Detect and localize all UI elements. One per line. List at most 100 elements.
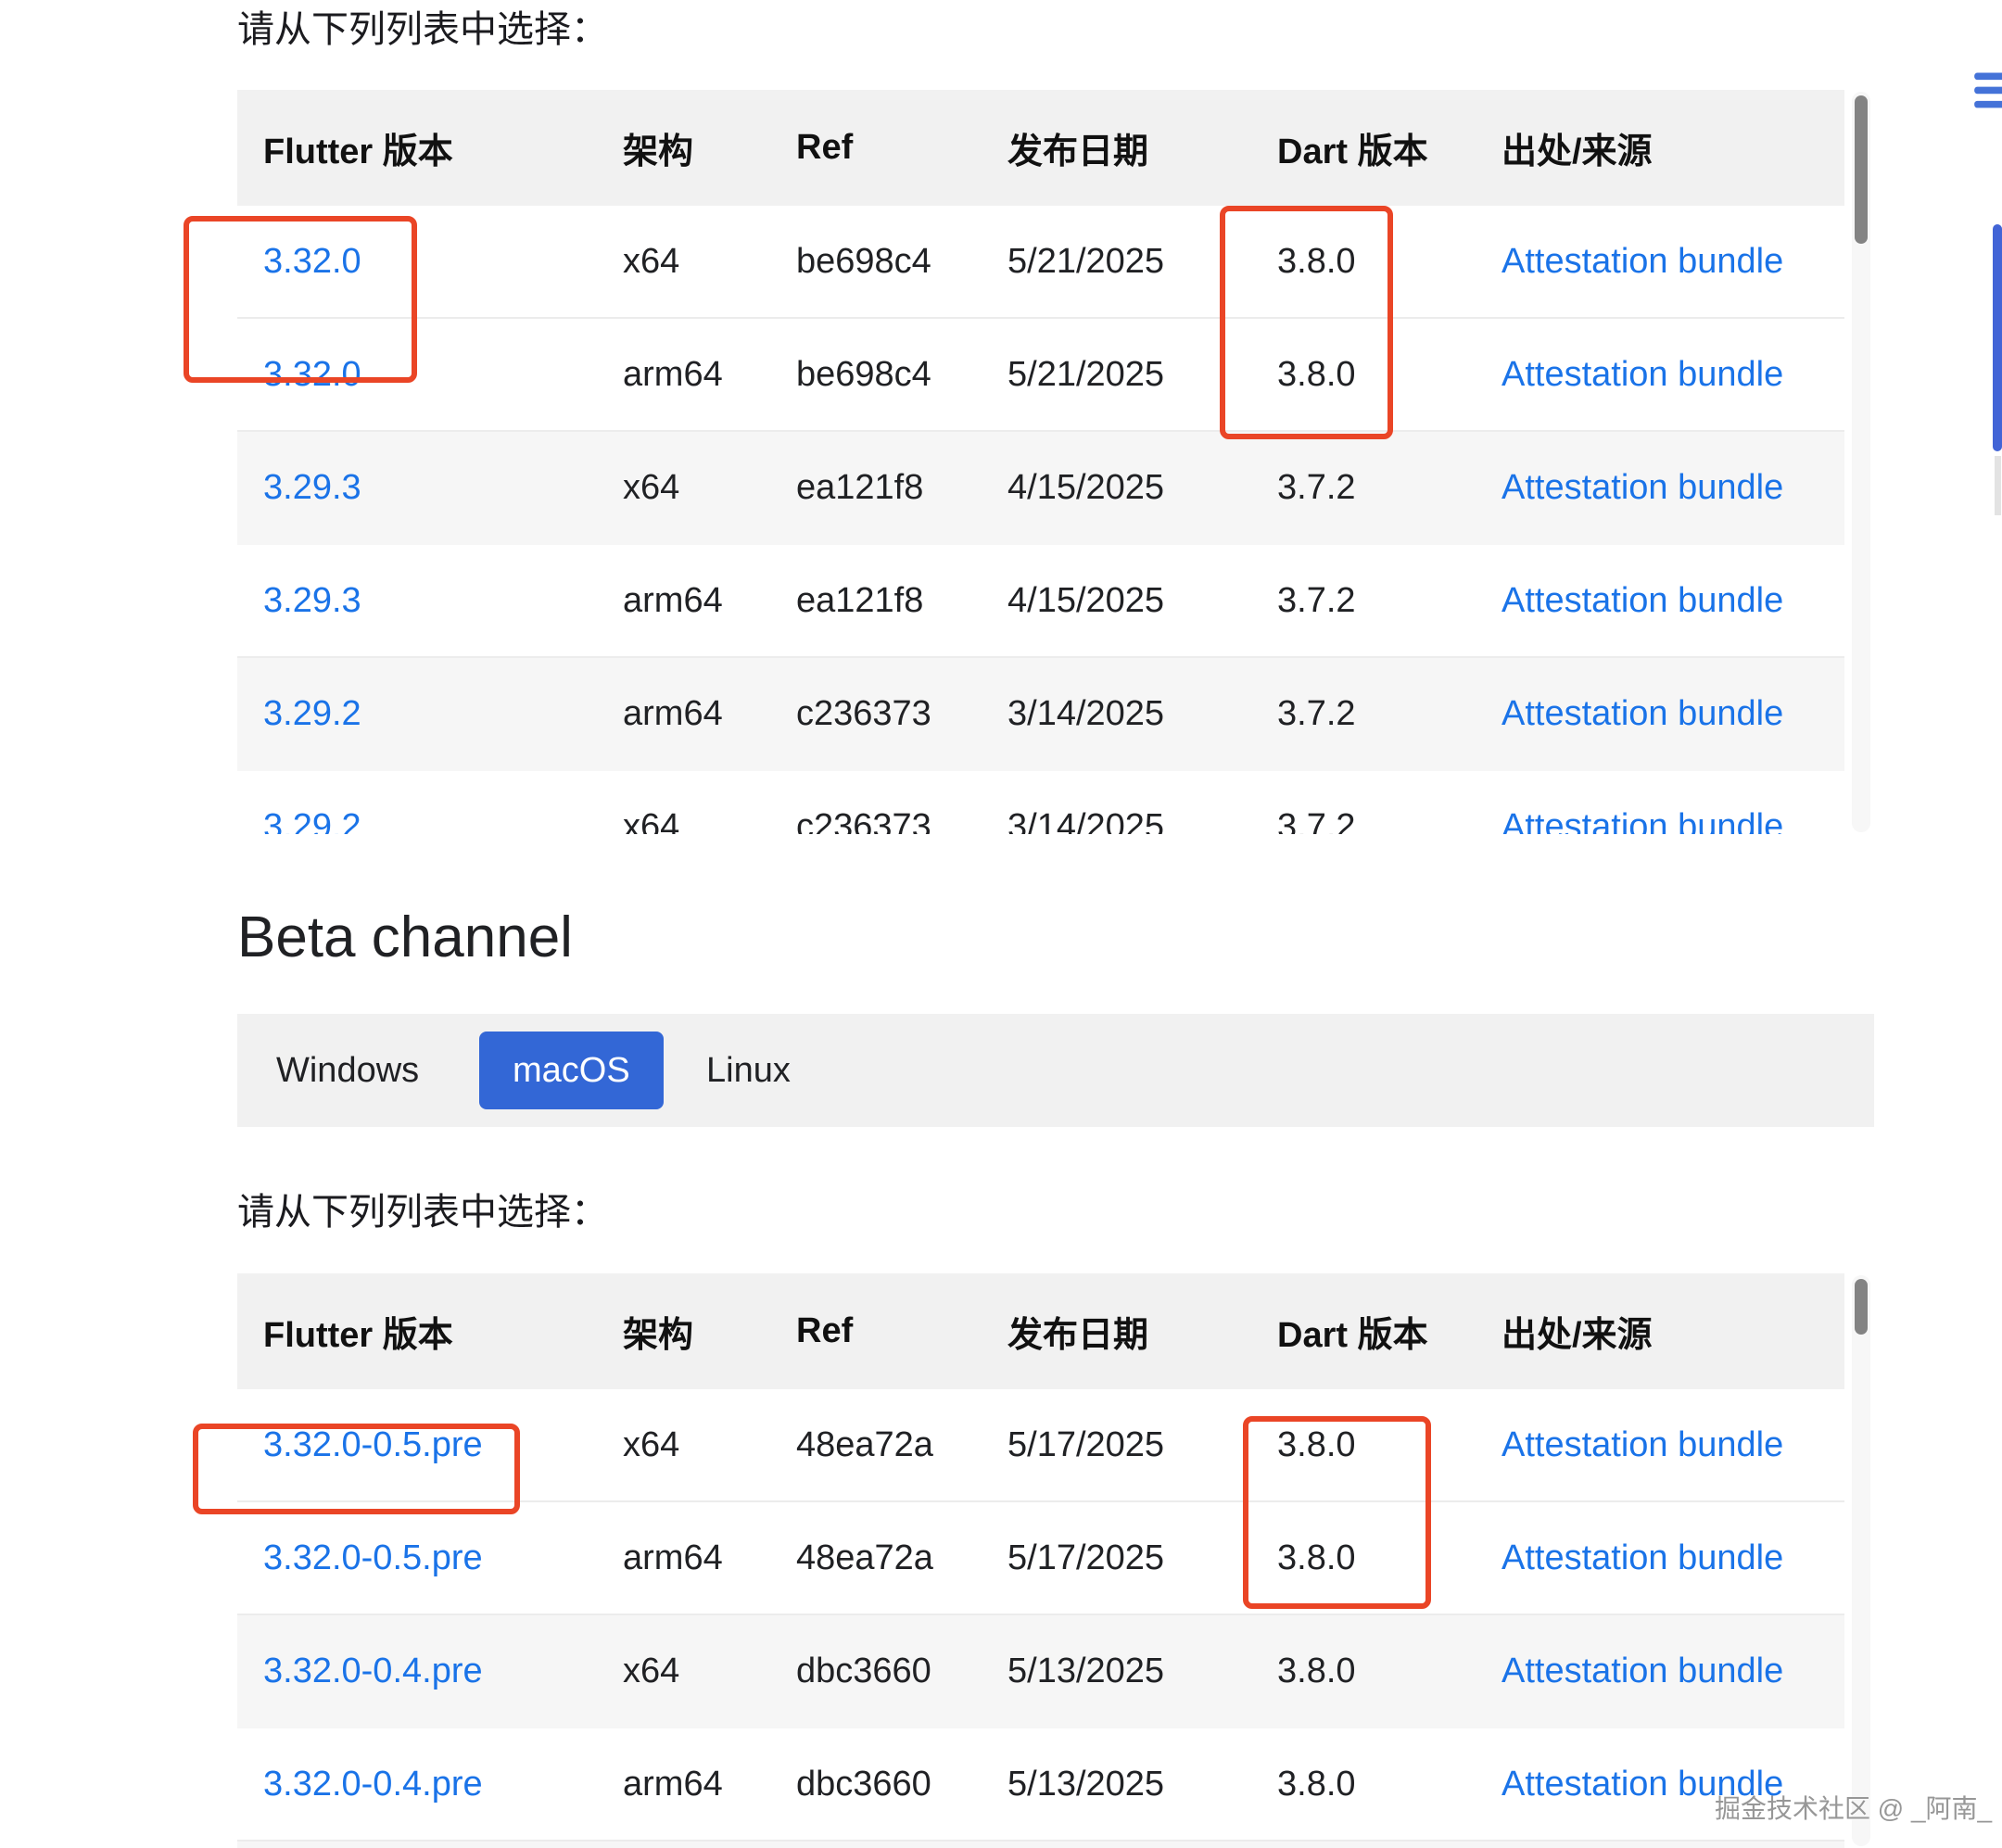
flutter-version-link[interactable]: 3.32.0-0.4.pre bbox=[263, 1652, 623, 1691]
release-date-cell: 3/14/2025 bbox=[1007, 694, 1277, 734]
flutter-version-link[interactable]: 3.32.0-0.5.pre bbox=[263, 1538, 623, 1578]
arch-cell: x64 bbox=[623, 1425, 796, 1465]
list-icon bbox=[1972, 67, 2002, 115]
header-flutter-version: Flutter 版本 bbox=[263, 1306, 623, 1357]
table-row: 3.29.2 arm64 c236373 3/14/2025 3.7.2 Att… bbox=[237, 658, 1844, 771]
header-ref: Ref bbox=[796, 128, 1007, 168]
stable-versions-table: Flutter 版本 架构 Ref 发布日期 Dart 版本 出处/来源 3.3… bbox=[237, 90, 1844, 834]
arch-cell: x64 bbox=[623, 1652, 796, 1691]
arch-cell: arm64 bbox=[623, 694, 796, 734]
release-date-cell: 5/13/2025 bbox=[1007, 1652, 1277, 1691]
beta-channel-heading: Beta channel bbox=[237, 901, 573, 975]
ref-cell: ea121f8 bbox=[796, 581, 1007, 621]
flutter-version-link[interactable]: 3.32.0 bbox=[263, 242, 623, 282]
dart-version-cell: 3.8.0 bbox=[1277, 1765, 1502, 1804]
table-row: 3.32.0 x64 be698c4 5/21/2025 3.8.0 Attes… bbox=[237, 206, 1844, 319]
attestation-bundle-link[interactable]: Attestation bundle bbox=[1502, 1652, 1844, 1691]
ref-cell: 48ea72a bbox=[796, 1538, 1007, 1578]
ref-cell: c236373 bbox=[796, 807, 1007, 835]
dart-version-cell: 3.8.0 bbox=[1277, 1425, 1502, 1465]
toc-list-icon[interactable] bbox=[1972, 67, 2002, 115]
table-row-clipped bbox=[237, 1842, 1844, 1848]
ref-cell: ea121f8 bbox=[796, 468, 1007, 508]
attestation-bundle-link[interactable]: Attestation bundle bbox=[1502, 807, 1844, 835]
flutter-version-link[interactable]: 3.29.3 bbox=[263, 468, 623, 508]
dart-version-cell: 3.8.0 bbox=[1277, 242, 1502, 282]
dart-version-cell: 3.8.0 bbox=[1277, 355, 1502, 395]
dart-version-cell: 3.7.2 bbox=[1277, 807, 1502, 835]
page-scrollbar-thumb[interactable] bbox=[1993, 224, 2002, 451]
header-arch: 架构 bbox=[623, 122, 796, 173]
release-date-cell: 4/15/2025 bbox=[1007, 468, 1277, 508]
dart-version-cell: 3.7.2 bbox=[1277, 581, 1502, 621]
ref-cell: dbc3660 bbox=[796, 1765, 1007, 1804]
ref-cell: be698c4 bbox=[796, 242, 1007, 282]
flutter-version-link[interactable]: 3.29.3 bbox=[263, 581, 623, 621]
table-row: 3.32.0 arm64 be698c4 5/21/2025 3.8.0 Att… bbox=[237, 319, 1844, 432]
ref-cell: be698c4 bbox=[796, 355, 1007, 395]
attestation-bundle-link[interactable]: Attestation bundle bbox=[1502, 1425, 1844, 1465]
ref-cell: 48ea72a bbox=[796, 1425, 1007, 1465]
release-date-cell: 4/15/2025 bbox=[1007, 581, 1277, 621]
flutter-version-link[interactable]: 3.32.0 bbox=[263, 355, 623, 395]
tab-macos[interactable]: macOS bbox=[479, 1032, 664, 1109]
table-row: 3.32.0-0.4.pre arm64 dbc3660 5/13/2025 3… bbox=[237, 1728, 1844, 1842]
attestation-bundle-link[interactable]: Attestation bundle bbox=[1502, 1538, 1844, 1578]
release-date-cell: 5/21/2025 bbox=[1007, 242, 1277, 282]
arch-cell: x64 bbox=[623, 242, 796, 282]
arch-cell: arm64 bbox=[623, 1538, 796, 1578]
flutter-version-link[interactable]: 3.29.2 bbox=[263, 694, 623, 734]
ref-cell: dbc3660 bbox=[796, 1652, 1007, 1691]
release-date-cell: 5/17/2025 bbox=[1007, 1425, 1277, 1465]
attestation-bundle-link[interactable]: Attestation bundle bbox=[1502, 694, 1844, 734]
header-arch: 架构 bbox=[623, 1306, 796, 1357]
header-release-date: 发布日期 bbox=[1007, 1306, 1277, 1357]
release-date-cell: 5/17/2025 bbox=[1007, 1538, 1277, 1578]
scrollbar-thumb[interactable] bbox=[1855, 95, 1868, 244]
arch-cell: x64 bbox=[623, 807, 796, 835]
table-row: 3.32.0-0.4.pre x64 dbc3660 5/13/2025 3.8… bbox=[237, 1615, 1844, 1728]
dart-version-cell: 3.7.2 bbox=[1277, 694, 1502, 734]
table-scrollbar[interactable] bbox=[1852, 92, 1870, 832]
arch-cell: arm64 bbox=[623, 355, 796, 395]
release-date-cell: 5/13/2025 bbox=[1007, 1765, 1277, 1804]
header-ref: Ref bbox=[796, 1311, 1007, 1351]
page-scrollbar-track bbox=[1995, 456, 2001, 515]
arch-cell: arm64 bbox=[623, 1765, 796, 1804]
select-prompt: 请从下列列表中选择： bbox=[237, 1190, 608, 1234]
flutter-version-link[interactable]: 3.32.0-0.4.pre bbox=[263, 1765, 623, 1804]
header-provenance: 出处/来源 bbox=[1502, 1306, 1844, 1357]
dart-version-cell: 3.8.0 bbox=[1277, 1538, 1502, 1578]
os-tabstrip: Windows macOS Linux bbox=[237, 1014, 1874, 1127]
beta-versions-table: Flutter 版本 架构 Ref 发布日期 Dart 版本 出处/来源 3.3… bbox=[237, 1273, 1844, 1848]
release-date-cell: 3/14/2025 bbox=[1007, 807, 1277, 835]
select-prompt: 请从下列列表中选择： bbox=[237, 7, 608, 52]
table-header-row: Flutter 版本 架构 Ref 发布日期 Dart 版本 出处/来源 bbox=[237, 90, 1844, 206]
tab-linux[interactable]: Linux bbox=[706, 1014, 791, 1127]
attestation-bundle-link[interactable]: Attestation bundle bbox=[1502, 242, 1844, 282]
table-row: 3.29.3 x64 ea121f8 4/15/2025 3.7.2 Attes… bbox=[237, 432, 1844, 545]
attestation-bundle-link[interactable]: Attestation bundle bbox=[1502, 355, 1844, 395]
table-row: 3.29.2 x64 c236373 3/14/2025 3.7.2 Attes… bbox=[237, 771, 1844, 834]
scrollbar-thumb[interactable] bbox=[1855, 1279, 1868, 1335]
dart-version-cell: 3.7.2 bbox=[1277, 468, 1502, 508]
flutter-version-link[interactable]: 3.32.0-0.5.pre bbox=[263, 1425, 623, 1465]
attestation-bundle-link[interactable]: Attestation bundle bbox=[1502, 468, 1844, 508]
table-header-row: Flutter 版本 架构 Ref 发布日期 Dart 版本 出处/来源 bbox=[237, 1273, 1844, 1389]
header-dart-version: Dart 版本 bbox=[1277, 1306, 1502, 1357]
ref-cell: c236373 bbox=[796, 694, 1007, 734]
arch-cell: x64 bbox=[623, 468, 796, 508]
header-provenance: 出处/来源 bbox=[1502, 122, 1844, 173]
header-flutter-version: Flutter 版本 bbox=[263, 122, 623, 173]
header-dart-version: Dart 版本 bbox=[1277, 122, 1502, 173]
table-row: 3.32.0-0.5.pre x64 48ea72a 5/17/2025 3.8… bbox=[237, 1389, 1844, 1502]
dart-version-cell: 3.8.0 bbox=[1277, 1652, 1502, 1691]
header-release-date: 发布日期 bbox=[1007, 122, 1277, 173]
table-scrollbar[interactable] bbox=[1852, 1275, 1870, 1846]
watermark: 掘金技术社区 @ _阿南_ bbox=[1715, 1789, 1992, 1826]
flutter-version-link[interactable]: 3.29.2 bbox=[263, 807, 623, 835]
attestation-bundle-link[interactable]: Attestation bundle bbox=[1502, 581, 1844, 621]
table-row: 3.32.0-0.5.pre arm64 48ea72a 5/17/2025 3… bbox=[237, 1502, 1844, 1615]
tab-windows[interactable]: Windows bbox=[276, 1014, 419, 1127]
arch-cell: arm64 bbox=[623, 581, 796, 621]
